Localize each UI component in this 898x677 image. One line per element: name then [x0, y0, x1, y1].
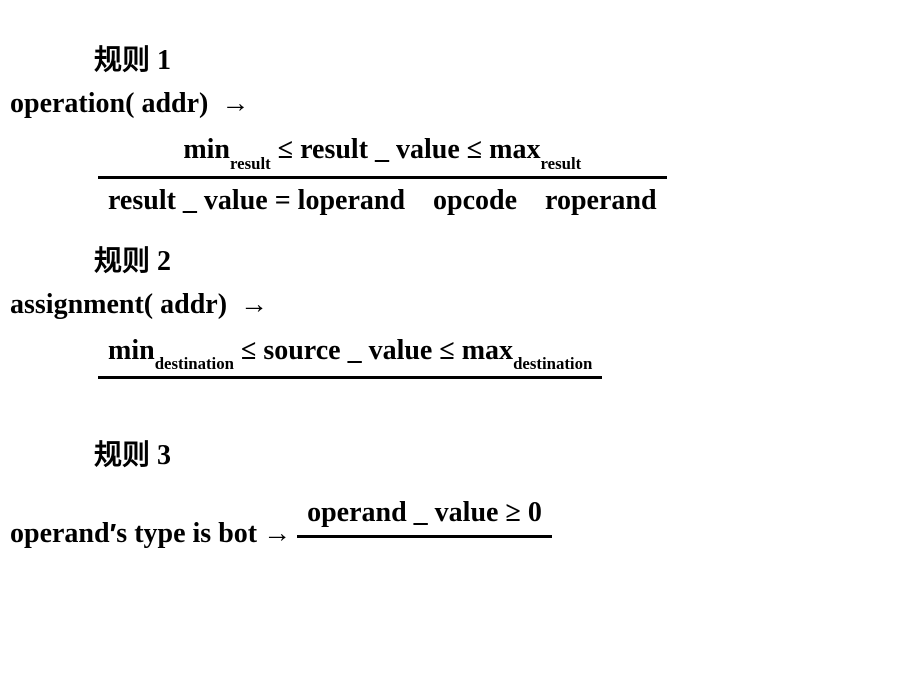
- rule1-header: 规则 1: [94, 38, 888, 78]
- rule1-arrow: →: [221, 88, 249, 120]
- rule1-roperand: roperand: [545, 185, 657, 216]
- rule1-eq: =: [275, 185, 291, 216]
- rule3-arrow: →: [263, 518, 291, 550]
- rule1-header-num: 1: [157, 45, 171, 76]
- rule1-mid: result _ value: [300, 134, 460, 165]
- rule1-min-word: min: [183, 134, 230, 165]
- rule2-min-word: min: [108, 335, 155, 366]
- rule1-header-cjk: 规则: [94, 44, 150, 75]
- rule1-lhs: result _ value: [108, 185, 268, 216]
- rule2-header-cjk: 规则: [94, 245, 150, 276]
- rule2-denominator: [98, 379, 602, 415]
- rule3-header: 规则 3: [94, 433, 888, 473]
- rule2-leq1: ≤: [241, 335, 256, 366]
- rule3-left: operand _ value: [307, 497, 498, 528]
- rule2-leq2: ≤: [439, 335, 454, 366]
- rule2-fraction: mindestination ≤ source _ value ≤ maxdes…: [98, 331, 888, 416]
- rule1-paren-open: (: [125, 88, 141, 119]
- rule2-paren-open: (: [144, 289, 160, 320]
- rule2-max-sub: destination: [513, 354, 592, 373]
- rule1-premise: operation( addr) →: [10, 88, 888, 120]
- rule3-rest: s type is bot: [116, 518, 257, 550]
- rule1-func: operation: [10, 88, 125, 119]
- rule1-denominator: result _ value = loperand opcode roperand: [98, 179, 667, 221]
- rule2-arrow: →: [240, 289, 268, 321]
- rule3-denominator: [297, 538, 552, 574]
- rule1-leq1: ≤: [278, 134, 293, 165]
- rule3-prime: ′: [110, 518, 117, 550]
- rule2-mid: source _ value: [263, 335, 432, 366]
- rule2-header: 规则 2: [94, 239, 888, 279]
- rule1-opcode: opcode: [433, 185, 517, 216]
- rule2-paren-close: ): [218, 289, 227, 320]
- rule2-min-sub: destination: [155, 354, 234, 373]
- rule1-leq2: ≤: [467, 134, 482, 165]
- rule3-geq: ≥: [505, 497, 520, 528]
- rule2-header-num: 2: [157, 246, 171, 277]
- rule1-max-sub: result: [541, 154, 582, 173]
- rule1-numerator: minresult ≤ result _ value ≤ maxresult: [98, 130, 667, 179]
- rule3-right: 0: [528, 497, 542, 528]
- rule1-arg: addr: [141, 88, 199, 119]
- rule2-premise: assignment( addr) →: [10, 289, 888, 321]
- rule2-numerator: mindestination ≤ source _ value ≤ maxdes…: [98, 331, 602, 380]
- rule1-min-sub: result: [230, 154, 271, 173]
- rule1-fraction: minresult ≤ result _ value ≤ maxresult r…: [98, 130, 888, 221]
- rule3-numerator: operand _ value ≥ 0: [297, 493, 552, 538]
- rule1-loperand: loperand: [298, 185, 405, 216]
- rule2-max-word: max: [462, 335, 513, 366]
- rule3-fraction: operand _ value ≥ 0: [297, 493, 552, 574]
- rule1-paren-close: ): [199, 88, 208, 119]
- rule3-header-num: 3: [157, 440, 171, 471]
- rule3-operand: operand: [10, 518, 110, 550]
- rule3-body: operand′s type is bot → operand _ value …: [10, 493, 888, 574]
- rule1-max-word: max: [489, 134, 540, 165]
- rule3-header-cjk: 规则: [94, 439, 150, 470]
- rule2-arg: addr: [160, 289, 218, 320]
- rule2-func: assignment: [10, 289, 144, 320]
